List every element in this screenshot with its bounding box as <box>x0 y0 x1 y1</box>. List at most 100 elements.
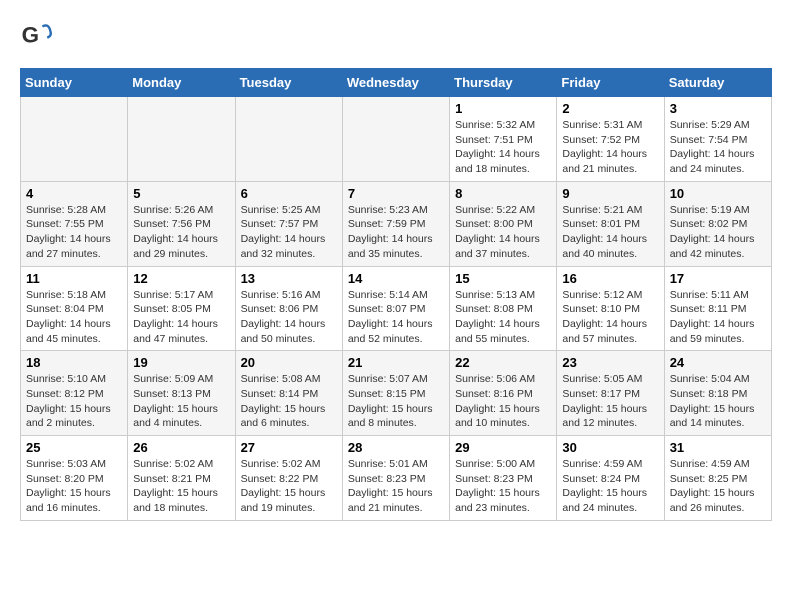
calendar-cell: 8 Sunrise: 5:22 AMSunset: 8:00 PMDaylight… <box>450 181 557 266</box>
calendar-cell: 31 Sunrise: 4:59 AMSunset: 8:25 PMDayligh… <box>664 436 771 521</box>
day-info: Sunrise: 5:10 AMSunset: 8:12 PMDaylight:… <box>26 372 122 431</box>
day-number: 25 <box>26 440 122 455</box>
day-number: 15 <box>455 271 551 286</box>
day-number: 14 <box>348 271 444 286</box>
calendar-cell <box>128 97 235 182</box>
day-number: 11 <box>26 271 122 286</box>
week-row-4: 18Sunrise: 5:10 AMSunset: 8:12 PMDayligh… <box>21 351 772 436</box>
week-row-3: 11 Sunrise: 5:18 AMSunset: 8:04 PMDayligh… <box>21 266 772 351</box>
day-info: Sunrise: 5:02 AMSunset: 8:21 PMDaylight:… <box>133 457 229 516</box>
day-number: 2 <box>562 101 658 116</box>
logo-icon: G <box>20 20 52 52</box>
calendar-cell: 15 Sunrise: 5:13 AMSunset: 8:08 PMDayligh… <box>450 266 557 351</box>
day-info: Sunrise: 5:12 AMSunset: 8:10 PMDaylight:… <box>562 288 658 347</box>
calendar-cell: 16 Sunrise: 5:12 AMSunset: 8:10 PMDayligh… <box>557 266 664 351</box>
day-info: Sunrise: 5:23 AMSunset: 7:59 PMDaylight:… <box>348 203 444 262</box>
day-info: Sunrise: 5:32 AMSunset: 7:51 PMDaylight:… <box>455 118 551 177</box>
calendar-cell: 3 Sunrise: 5:29 AMSunset: 7:54 PMDaylight… <box>664 97 771 182</box>
day-info: Sunrise: 5:11 AMSunset: 8:11 PMDaylight:… <box>670 288 766 347</box>
day-info: Sunrise: 5:21 AMSunset: 8:01 PMDaylight:… <box>562 203 658 262</box>
day-info: Sunrise: 5:09 AMSunset: 8:13 PMDaylight:… <box>133 372 229 431</box>
week-row-5: 25Sunrise: 5:03 AMSunset: 8:20 PMDayligh… <box>21 436 772 521</box>
day-info: Sunrise: 5:26 AMSunset: 7:56 PMDaylight:… <box>133 203 229 262</box>
calendar-cell: 24 Sunrise: 5:04 AMSunset: 8:18 PMDayligh… <box>664 351 771 436</box>
calendar-cell: 11 Sunrise: 5:18 AMSunset: 8:04 PMDayligh… <box>21 266 128 351</box>
day-number: 17 <box>670 271 766 286</box>
day-info: Sunrise: 5:02 AMSunset: 8:22 PMDaylight:… <box>241 457 337 516</box>
calendar-cell: 28Sunrise: 5:01 AMSunset: 8:23 PMDayligh… <box>342 436 449 521</box>
day-number: 19 <box>133 355 229 370</box>
header-day-tuesday: Tuesday <box>235 69 342 97</box>
logo: G <box>20 20 56 52</box>
header-row: SundayMondayTuesdayWednesdayThursdayFrid… <box>21 69 772 97</box>
day-info: Sunrise: 5:22 AMSunset: 8:00 PMDaylight:… <box>455 203 551 262</box>
day-info: Sunrise: 5:00 AMSunset: 8:23 PMDaylight:… <box>455 457 551 516</box>
svg-text:G: G <box>22 22 39 47</box>
calendar-cell <box>235 97 342 182</box>
day-info: Sunrise: 5:19 AMSunset: 8:02 PMDaylight:… <box>670 203 766 262</box>
page-header: G <box>20 20 772 52</box>
day-number: 24 <box>670 355 766 370</box>
day-number: 31 <box>670 440 766 455</box>
day-info: Sunrise: 5:28 AMSunset: 7:55 PMDaylight:… <box>26 203 122 262</box>
header-day-sunday: Sunday <box>21 69 128 97</box>
calendar-cell: 27 Sunrise: 5:02 AMSunset: 8:22 PMDayligh… <box>235 436 342 521</box>
day-info: Sunrise: 4:59 AMSunset: 8:24 PMDaylight:… <box>562 457 658 516</box>
calendar-cell: 12 Sunrise: 5:17 AMSunset: 8:05 PMDayligh… <box>128 266 235 351</box>
calendar-cell: 2 Sunrise: 5:31 AMSunset: 7:52 PMDaylight… <box>557 97 664 182</box>
header-day-saturday: Saturday <box>664 69 771 97</box>
day-number: 3 <box>670 101 766 116</box>
day-number: 12 <box>133 271 229 286</box>
day-number: 26 <box>133 440 229 455</box>
day-info: Sunrise: 5:04 AMSunset: 8:18 PMDaylight:… <box>670 372 766 431</box>
day-number: 5 <box>133 186 229 201</box>
day-info: Sunrise: 5:16 AMSunset: 8:06 PMDaylight:… <box>241 288 337 347</box>
calendar-cell: 21 Sunrise: 5:07 AMSunset: 8:15 PMDayligh… <box>342 351 449 436</box>
header-day-friday: Friday <box>557 69 664 97</box>
day-number: 10 <box>670 186 766 201</box>
day-info: Sunrise: 5:17 AMSunset: 8:05 PMDaylight:… <box>133 288 229 347</box>
calendar-cell: 7Sunrise: 5:23 AMSunset: 7:59 PMDaylight… <box>342 181 449 266</box>
calendar-cell: 18Sunrise: 5:10 AMSunset: 8:12 PMDayligh… <box>21 351 128 436</box>
day-number: 27 <box>241 440 337 455</box>
calendar-cell <box>21 97 128 182</box>
day-number: 6 <box>241 186 337 201</box>
calendar-cell: 6 Sunrise: 5:25 AMSunset: 7:57 PMDaylight… <box>235 181 342 266</box>
calendar-cell: 10 Sunrise: 5:19 AMSunset: 8:02 PMDayligh… <box>664 181 771 266</box>
calendar-cell: 25Sunrise: 5:03 AMSunset: 8:20 PMDayligh… <box>21 436 128 521</box>
header-day-wednesday: Wednesday <box>342 69 449 97</box>
day-number: 29 <box>455 440 551 455</box>
day-number: 16 <box>562 271 658 286</box>
day-info: Sunrise: 5:13 AMSunset: 8:08 PMDaylight:… <box>455 288 551 347</box>
calendar-cell: 20 Sunrise: 5:08 AMSunset: 8:14 PMDayligh… <box>235 351 342 436</box>
day-info: Sunrise: 5:18 AMSunset: 8:04 PMDaylight:… <box>26 288 122 347</box>
day-info: Sunrise: 5:08 AMSunset: 8:14 PMDaylight:… <box>241 372 337 431</box>
day-number: 4 <box>26 186 122 201</box>
week-row-2: 4 Sunrise: 5:28 AMSunset: 7:55 PMDaylight… <box>21 181 772 266</box>
calendar-cell: 23 Sunrise: 5:05 AMSunset: 8:17 PMDayligh… <box>557 351 664 436</box>
day-info: Sunrise: 5:01 AMSunset: 8:23 PMDaylight:… <box>348 457 444 516</box>
day-info: Sunrise: 5:29 AMSunset: 7:54 PMDaylight:… <box>670 118 766 177</box>
calendar-cell: 13Sunrise: 5:16 AMSunset: 8:06 PMDayligh… <box>235 266 342 351</box>
day-number: 30 <box>562 440 658 455</box>
calendar-cell: 17 Sunrise: 5:11 AMSunset: 8:11 PMDayligh… <box>664 266 771 351</box>
calendar-cell: 22Sunrise: 5:06 AMSunset: 8:16 PMDayligh… <box>450 351 557 436</box>
day-info: Sunrise: 5:05 AMSunset: 8:17 PMDaylight:… <box>562 372 658 431</box>
calendar-header: SundayMondayTuesdayWednesdayThursdayFrid… <box>21 69 772 97</box>
calendar-cell: 30 Sunrise: 4:59 AMSunset: 8:24 PMDayligh… <box>557 436 664 521</box>
day-number: 8 <box>455 186 551 201</box>
day-info: Sunrise: 5:25 AMSunset: 7:57 PMDaylight:… <box>241 203 337 262</box>
day-info: Sunrise: 4:59 AMSunset: 8:25 PMDaylight:… <box>670 457 766 516</box>
week-row-1: 1Sunrise: 5:32 AMSunset: 7:51 PMDaylight… <box>21 97 772 182</box>
day-info: Sunrise: 5:31 AMSunset: 7:52 PMDaylight:… <box>562 118 658 177</box>
day-number: 9 <box>562 186 658 201</box>
day-number: 23 <box>562 355 658 370</box>
day-number: 22 <box>455 355 551 370</box>
day-info: Sunrise: 5:14 AMSunset: 8:07 PMDaylight:… <box>348 288 444 347</box>
day-info: Sunrise: 5:07 AMSunset: 8:15 PMDaylight:… <box>348 372 444 431</box>
calendar-cell: 14 Sunrise: 5:14 AMSunset: 8:07 PMDayligh… <box>342 266 449 351</box>
day-number: 21 <box>348 355 444 370</box>
calendar-cell: 4 Sunrise: 5:28 AMSunset: 7:55 PMDaylight… <box>21 181 128 266</box>
calendar-cell: 29 Sunrise: 5:00 AMSunset: 8:23 PMDayligh… <box>450 436 557 521</box>
day-number: 20 <box>241 355 337 370</box>
